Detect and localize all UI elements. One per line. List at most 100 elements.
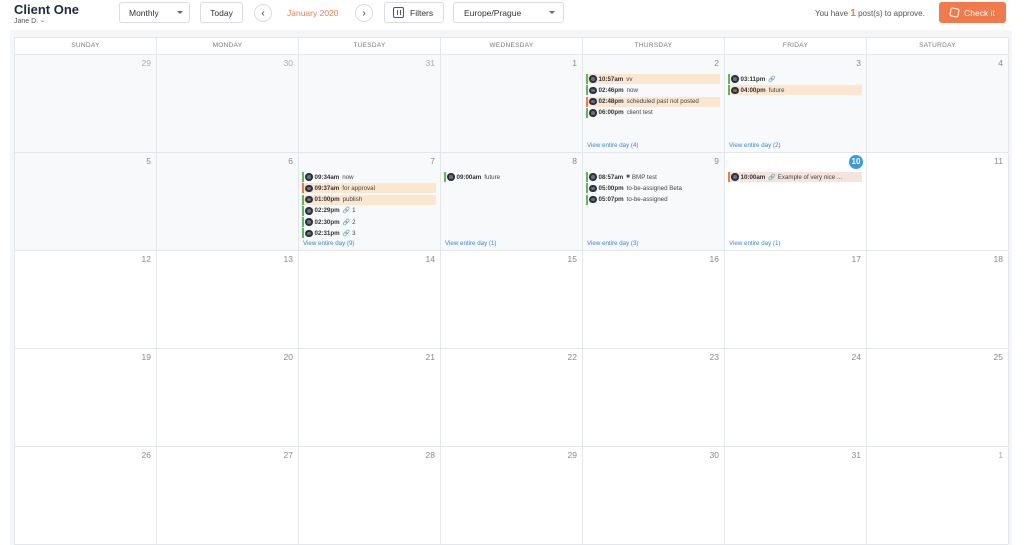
- day-number: 14: [425, 254, 435, 264]
- post-event[interactable]: 02:29pm 🔗 1: [302, 205, 436, 216]
- today-day-number: 10: [849, 155, 863, 169]
- day-cell[interactable]: 2 10:57am vv 02:46pm now 02:48pm scheduled pas…: [583, 55, 725, 152]
- client-name: Client One: [14, 2, 80, 17]
- event-title: BMP test: [631, 173, 657, 181]
- view-entire-day-link[interactable]: View entire day (9): [303, 240, 354, 247]
- event-time: 01:00pm: [314, 196, 340, 204]
- day-cell[interactable]: 9 08:57am ■ BMP test 05:00pm to-be-assigned B…: [583, 153, 725, 250]
- post-event[interactable]: 01:00pm publish: [302, 194, 436, 205]
- day-cell[interactable]: 10 10:00am 🔗 Example of very nice ... View e…: [725, 153, 867, 250]
- day-cell[interactable]: 18: [867, 251, 1009, 348]
- day-cell[interactable]: 21: [299, 349, 441, 446]
- check-it-button[interactable]: Check it: [939, 2, 1006, 23]
- filters-label: Filters: [410, 7, 434, 18]
- day-cell[interactable]: 20: [157, 349, 299, 446]
- day-number: 21: [425, 352, 435, 362]
- link-icon: 🔗: [768, 76, 776, 83]
- post-event[interactable]: 06:00pm client test: [586, 107, 720, 118]
- post-event[interactable]: 10:00am 🔗 Example of very nice ...: [728, 172, 862, 182]
- view-entire-day-link[interactable]: View entire day (2): [729, 142, 780, 149]
- day-number: 1: [998, 450, 1003, 460]
- user-menu[interactable]: Jane D. ⌄: [14, 17, 79, 26]
- day-cell[interactable]: 3 03:11pm 🔗 04:00pm future View entire day (2…: [725, 55, 867, 152]
- next-month-button[interactable]: ›: [355, 4, 373, 22]
- day-cell[interactable]: 5: [15, 153, 157, 250]
- view-entire-day-link[interactable]: View entire day (1): [729, 240, 780, 247]
- day-cell[interactable]: 27: [157, 447, 299, 544]
- weekday-header-cell: THURSDAY: [583, 38, 725, 54]
- day-cell[interactable]: 7 09:34am now 09:37am for approval 01:00pm pub…: [299, 153, 441, 250]
- day-cell[interactable]: 12: [15, 251, 157, 348]
- day-cell[interactable]: 30: [157, 55, 299, 152]
- day-cell[interactable]: 8 09:00am future View entire day (1): [441, 153, 583, 250]
- view-mode-select[interactable]: Monthly: [119, 2, 190, 23]
- day-cell[interactable]: 31: [725, 447, 867, 544]
- month-calendar: SUNDAY MONDAY TUESDAY WEDNESDAY THURSDAY FRID…: [14, 37, 1009, 545]
- post-event[interactable]: 09:34am now: [302, 172, 436, 182]
- link-icon: 🔗: [342, 230, 351, 237]
- day-cell[interactable]: 15: [441, 251, 583, 348]
- day-cell[interactable]: 28: [299, 447, 441, 544]
- day-events: 10:00am 🔗 Example of very nice ...: [728, 172, 862, 183]
- timezone-select[interactable]: Europe/Prague: [453, 2, 564, 23]
- event-title: future: [768, 86, 785, 94]
- event-title: scheduled past not posted: [626, 98, 699, 106]
- client-switcher[interactable]: Client One Jane D. ⌄: [14, 3, 79, 26]
- post-event[interactable]: 02:31pm 🔗 3: [302, 228, 436, 239]
- post-event[interactable]: 05:07pm to-be-assigned: [586, 194, 720, 205]
- event-title: 2: [352, 218, 356, 226]
- day-number: 30: [283, 58, 293, 68]
- day-cell[interactable]: 17: [725, 251, 867, 348]
- day-cell[interactable]: 6: [157, 153, 299, 250]
- day-number: 15: [567, 254, 577, 264]
- day-cell[interactable]: 29: [15, 55, 157, 152]
- day-number: 2: [714, 58, 719, 68]
- day-cell[interactable]: 24: [725, 349, 867, 446]
- view-entire-day-link[interactable]: View entire day (1): [445, 240, 496, 247]
- chevron-left-icon: ‹: [261, 7, 265, 19]
- day-cell[interactable]: 4: [867, 55, 1009, 152]
- post-event[interactable]: 10:57am vv: [586, 74, 720, 84]
- day-cell[interactable]: 30: [583, 447, 725, 544]
- day-cell[interactable]: 29: [441, 447, 583, 544]
- avatar: [589, 109, 597, 117]
- today-button[interactable]: Today: [200, 2, 243, 23]
- filters-button[interactable]: Filters: [384, 2, 444, 23]
- day-cell[interactable]: 25: [867, 349, 1009, 446]
- view-entire-day-link[interactable]: View entire day (3): [587, 240, 638, 247]
- post-event[interactable]: 08:57am ■ BMP test: [586, 172, 720, 182]
- event-time: 09:00am: [456, 173, 482, 181]
- week-row: 12 13 14 15 16 17 18: [15, 251, 1009, 349]
- day-cell[interactable]: 26: [15, 447, 157, 544]
- avatar: [731, 173, 739, 181]
- day-cell[interactable]: 31: [299, 55, 441, 152]
- post-event[interactable]: 02:30pm 🔗 2: [302, 217, 436, 228]
- prev-month-button[interactable]: ‹: [254, 4, 272, 22]
- post-event[interactable]: 02:46pm now: [586, 85, 720, 96]
- day-cell[interactable]: 23: [583, 349, 725, 446]
- post-event[interactable]: 09:37am for approval: [302, 183, 436, 194]
- view-entire-day-link[interactable]: View entire day (4): [587, 142, 638, 149]
- day-number: 17: [851, 254, 861, 264]
- avatar: [589, 173, 597, 181]
- post-event[interactable]: 03:11pm 🔗: [728, 74, 862, 84]
- day-cell[interactable]: 19: [15, 349, 157, 446]
- avatar: [589, 195, 597, 204]
- day-cell[interactable]: 1: [867, 447, 1009, 544]
- post-event[interactable]: 09:00am future: [444, 172, 578, 182]
- avatar: [731, 86, 739, 95]
- post-event[interactable]: 05:00pm to-be-assigned Beta: [586, 183, 720, 194]
- week-row: 29 30 31 1 2 10:57am vv 02:46pm now 02:48pm schedu…: [15, 55, 1009, 153]
- day-cell[interactable]: 11: [867, 153, 1009, 250]
- event-title: for approval: [342, 184, 375, 192]
- day-number: 31: [851, 450, 861, 460]
- post-event[interactable]: 04:00pm future: [728, 85, 862, 96]
- timezone-value: Europe/Prague: [464, 7, 522, 18]
- day-cell[interactable]: 13: [157, 251, 299, 348]
- day-cell[interactable]: 22: [441, 349, 583, 446]
- day-cell[interactable]: 16: [583, 251, 725, 348]
- event-title: vv: [626, 75, 633, 83]
- day-cell[interactable]: 1: [441, 55, 583, 152]
- post-event[interactable]: 02:48pm scheduled past not posted: [586, 96, 720, 107]
- day-cell[interactable]: 14: [299, 251, 441, 348]
